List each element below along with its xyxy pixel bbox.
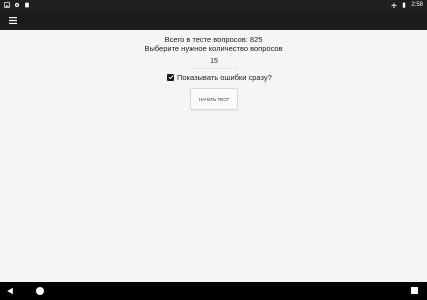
navigation-bar bbox=[0, 282, 427, 300]
status-bar: 2:58 bbox=[0, 0, 427, 10]
back-icon[interactable] bbox=[6, 287, 14, 295]
choose-count-text: Выберите нужное количество вопросов bbox=[144, 44, 283, 53]
check-icon bbox=[168, 75, 174, 80]
sd-card-icon bbox=[25, 2, 29, 8]
show-errors-checkbox[interactable] bbox=[167, 73, 174, 81]
total-questions-text: Всего в тесте вопросов: 825 bbox=[164, 35, 263, 44]
status-left-icons bbox=[4, 2, 30, 8]
status-right-icons: 2:58 bbox=[391, 2, 423, 8]
app-bar bbox=[0, 10, 427, 30]
settings-icon bbox=[14, 2, 20, 8]
airplane-mode-icon bbox=[391, 2, 398, 8]
battery-icon bbox=[403, 2, 406, 8]
question-count-underline bbox=[190, 68, 238, 69]
home-icon[interactable] bbox=[36, 287, 44, 295]
recents-icon[interactable] bbox=[411, 287, 418, 294]
show-errors-label: Показывать ошибки сразу? bbox=[177, 72, 272, 82]
clock: 2:58 bbox=[411, 2, 423, 8]
image-icon bbox=[4, 2, 10, 8]
menu-button[interactable] bbox=[6, 13, 20, 27]
start-test-button[interactable]: начать тест bbox=[190, 88, 238, 110]
question-count-input[interactable] bbox=[190, 55, 238, 67]
main-content: Всего в тесте вопросов: 825 Выберите нуж… bbox=[0, 30, 427, 282]
hamburger-menu-icon bbox=[9, 16, 17, 24]
show-errors-option[interactable]: Показывать ошибки сразу? bbox=[167, 72, 272, 82]
